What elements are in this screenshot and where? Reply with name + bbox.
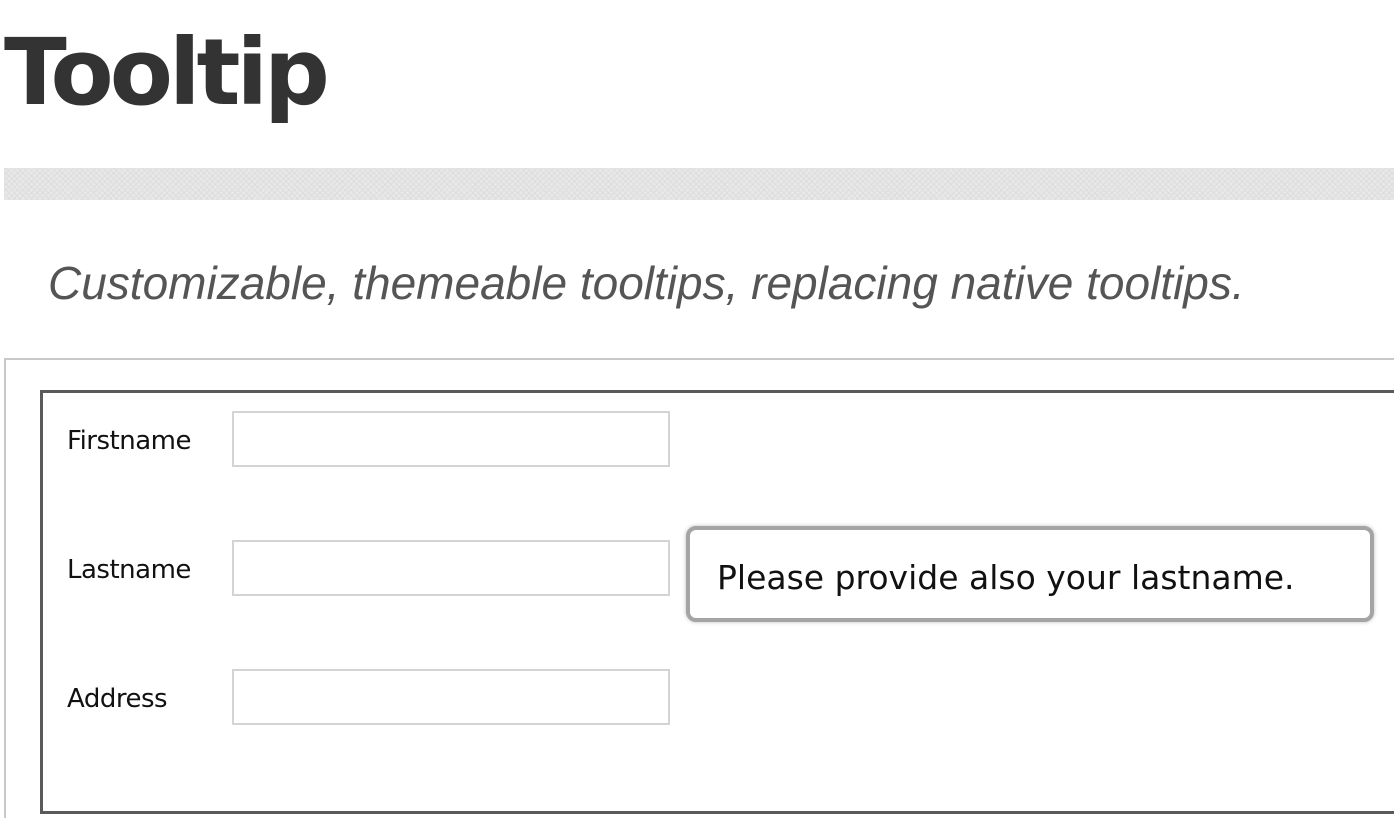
lastname-input[interactable] <box>232 540 670 596</box>
page-subtitle: Customizable, themeable tooltips, replac… <box>48 257 1245 309</box>
lastname-tooltip: Please provide also your lastname. <box>686 526 1374 622</box>
tooltip-text: Please provide also your lastname. <box>717 558 1295 597</box>
address-input[interactable] <box>232 669 670 725</box>
address-label: Address <box>67 684 168 714</box>
firstname-label: Firstname <box>67 426 191 456</box>
page-title: Tooltip <box>4 19 330 126</box>
header-divider <box>4 168 1394 200</box>
lastname-label: Lastname <box>67 555 191 585</box>
firstname-input[interactable] <box>232 411 670 467</box>
